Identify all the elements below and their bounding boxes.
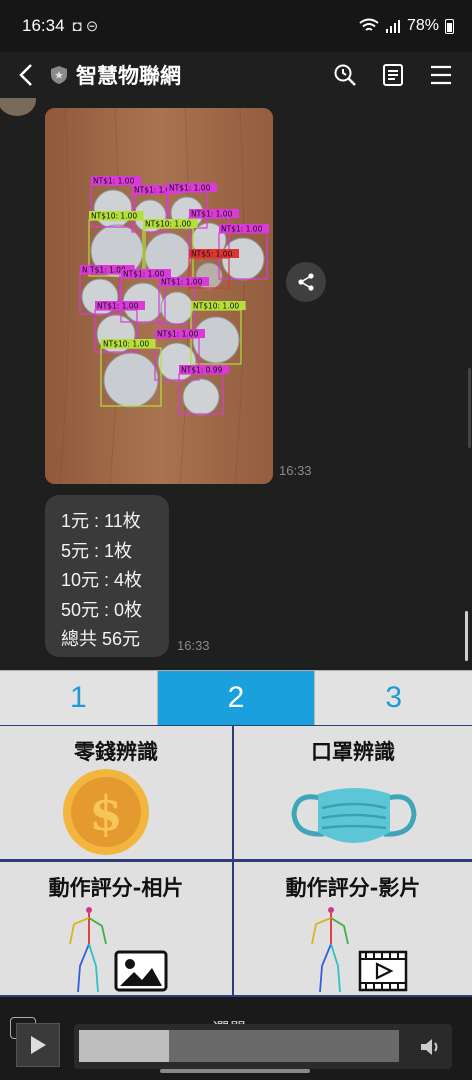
chat-title-text: 智慧物聯網 — [76, 65, 181, 88]
avatar[interactable] — [0, 98, 36, 116]
detection-label: NT$10: 1.00 — [103, 340, 149, 349]
detection-label: NT$10: 1.00 — [193, 302, 239, 311]
rich-menu-tabs: 1 2 3 — [0, 670, 472, 725]
mask-recognition-label: 口罩辨識 — [311, 739, 395, 764]
play-button[interactable] — [16, 1023, 60, 1067]
signal-icon — [385, 20, 400, 33]
chat-title: 智慧物聯網 — [50, 60, 181, 90]
detection-label: NT$5: 1.00 — [191, 250, 233, 259]
coin — [160, 291, 194, 325]
share-icon — [298, 273, 314, 291]
media-player — [74, 1024, 452, 1069]
chat-header: 智慧物聯網 — [0, 52, 472, 98]
mask-recognition-button[interactable]: 口罩辨識 — [234, 725, 472, 861]
coin — [93, 189, 133, 229]
search-button[interactable] — [328, 58, 362, 92]
coin-recognition-button[interactable]: 零錢辨識 $ — [0, 725, 234, 861]
shield-icon — [51, 66, 67, 84]
detection-label: NT$1: 1.00 — [93, 177, 135, 186]
action-score-photo-button[interactable]: 動作評分-相片 — [0, 861, 234, 997]
result-timestamp: 16:33 — [177, 638, 210, 653]
battery-percent: 78% — [406, 17, 439, 34]
result-line-2: 5元 : 1枚 — [61, 540, 133, 561]
svg-text:$: $ — [89, 786, 122, 842]
back-button[interactable] — [4, 53, 48, 97]
skeleton-pose-icon — [69, 907, 107, 993]
detection-label: NT$1: 1.00 — [161, 278, 203, 287]
detection-label: NT$1: 1.00 — [157, 330, 199, 339]
scrollbar-thumb[interactable] — [465, 611, 468, 661]
chat-area[interactable]: NT$1: 1.00 NT$1: 1.00 NT$1: 1.00 NT$10: 1.0… — [0, 98, 472, 670]
battery-icon — [445, 18, 454, 34]
detection-label: NT$10: 1.00 — [91, 212, 137, 221]
status-time: 16:34 — [22, 16, 65, 35]
media-progress-fill — [79, 1030, 169, 1062]
result-message-bubble[interactable]: 1元 : 11枚 5元 : 1枚 10元 : 4枚 50元 : 0枚 總共 56… — [45, 495, 169, 657]
tab-1[interactable]: 1 — [0, 671, 158, 725]
dollar-coin-icon: $ — [63, 769, 149, 855]
detection-label: NT$1: 1.00 — [221, 225, 263, 234]
result-line-1: 1元 : 11枚 — [61, 511, 141, 531]
tab-2[interactable]: 2 — [157, 671, 316, 725]
detection-label: NT$1: 1.00 — [191, 210, 233, 219]
status-right: 78% — [359, 17, 454, 35]
detection-label: NT$1: 0.99 — [181, 366, 223, 375]
coin-detection-drawing: NT$1: 1.00NT$1: 1.00NT$1: 1.00NT$10: 1.0… — [45, 108, 273, 484]
result-line-3: 10元 : 4枚 — [61, 570, 143, 590]
volume-icon[interactable] — [418, 1035, 442, 1059]
share-button[interactable] — [286, 262, 326, 302]
status-bar: 16:34 ◘ ⊝ 78% — [0, 0, 472, 52]
result-line-4: 50元 : 0枚 — [61, 599, 143, 620]
coin-recognition-label: 零錢辨識 — [74, 739, 158, 764]
coin — [103, 352, 159, 408]
wifi-icon — [359, 18, 379, 31]
detection-label: NT$10: 1.00 — [145, 220, 191, 229]
result-line-total: 總共 56元 — [61, 629, 141, 649]
scrollbar-track[interactable] — [468, 368, 471, 448]
home-indicator[interactable] — [160, 1069, 310, 1073]
skeleton-pose-icon — [311, 907, 349, 993]
detection-label: NT$1: 1.00 — [97, 302, 139, 311]
image-icon — [114, 950, 168, 992]
note-icon — [383, 64, 403, 86]
coin — [221, 237, 265, 281]
notes-button[interactable] — [376, 58, 410, 92]
detection-label: N T$1: 1.00 — [82, 266, 126, 275]
image-timestamp: 16:33 — [279, 463, 312, 478]
media-progress-bar[interactable] — [79, 1030, 399, 1062]
coin — [157, 342, 197, 382]
coin — [182, 378, 220, 416]
search-icon — [334, 64, 356, 86]
detection-label: NT$1: 1.00 — [123, 270, 165, 279]
action-score-video-label: 動作評分-影片 — [285, 875, 421, 900]
chevron-left-icon — [19, 64, 32, 86]
menu-button[interactable] — [424, 58, 458, 92]
coin — [192, 316, 240, 364]
tab-3[interactable]: 3 — [315, 671, 472, 725]
detection-label: NT$1: 1.00 — [169, 184, 211, 193]
rich-menu-grid: 零錢辨識 $ 口罩辨識 動作評分-相片 動作評分-影片 — [0, 725, 472, 997]
action-score-video-button[interactable]: 動作評分-影片 — [234, 861, 472, 997]
bottom-bar: 選單 ▾ — [0, 997, 472, 1080]
face-mask-icon — [291, 788, 417, 843]
hamburger-menu-icon — [431, 65, 451, 85]
action-score-photo-label: 動作評分-相片 — [48, 875, 184, 900]
coin-detection-image[interactable]: NT$1: 1.00 NT$1: 1.00 NT$1: 1.00 NT$10: 1.0… — [45, 108, 273, 484]
video-file-icon — [358, 950, 408, 992]
play-icon — [31, 1036, 46, 1054]
notification-icons: ◘ ⊝ — [72, 18, 99, 35]
